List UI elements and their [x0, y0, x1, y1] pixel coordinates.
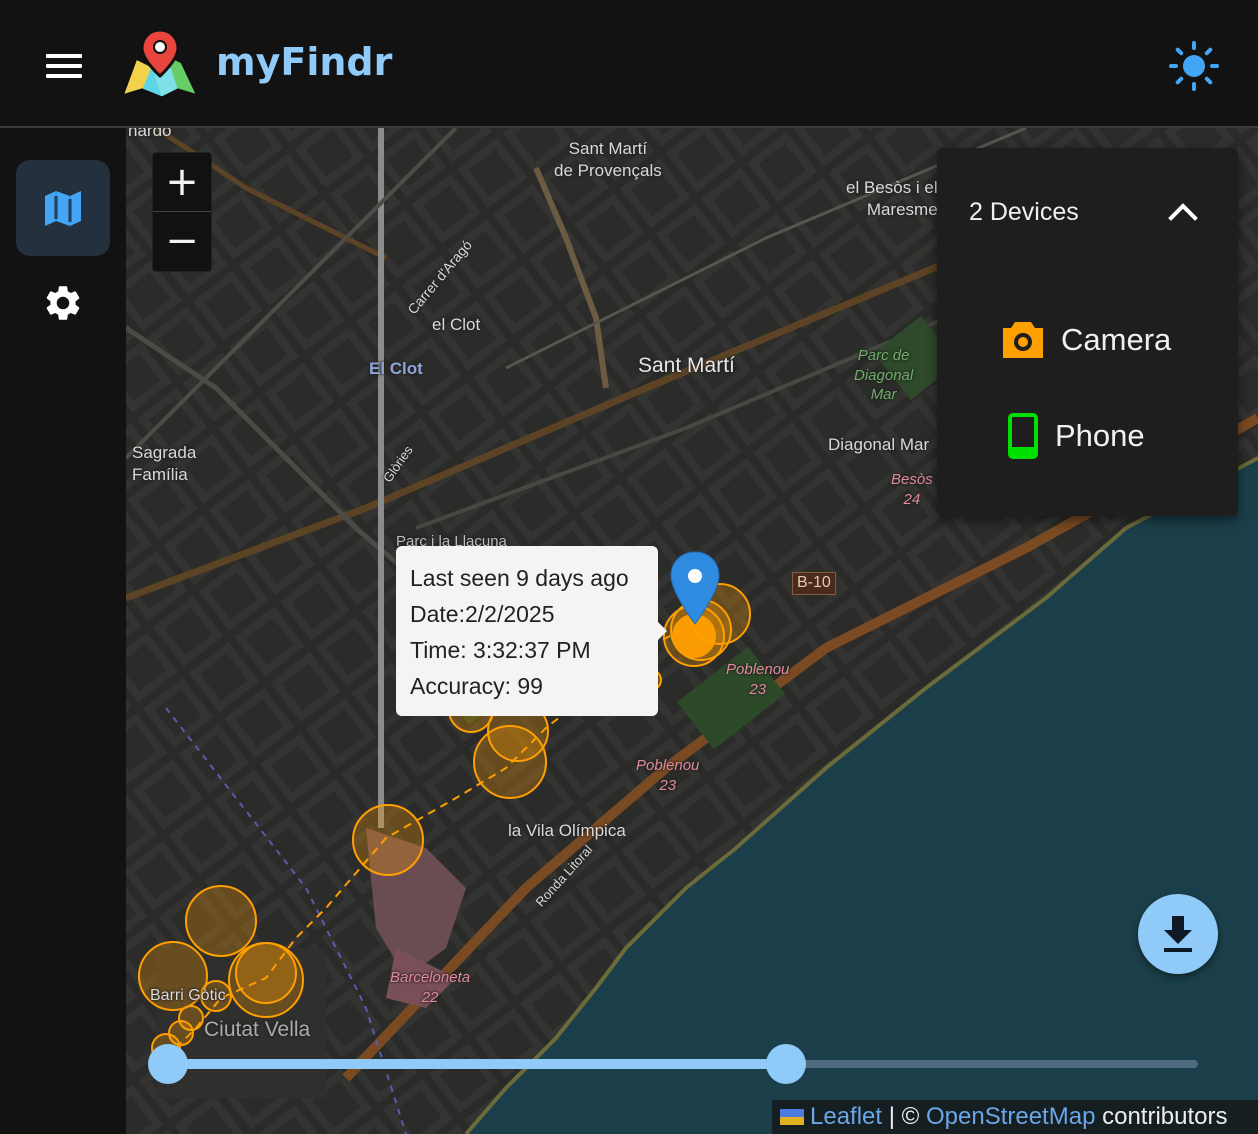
map-icon — [45, 191, 81, 226]
attribution-separator: | © — [882, 1103, 926, 1130]
map-label: Barri Gòtic — [150, 987, 226, 1004]
sidebar — [0, 128, 126, 1134]
popup-date: Date:2/2/2025 — [410, 601, 555, 627]
leaflet-link[interactable]: Leaflet — [810, 1103, 882, 1131]
device-name: Phone — [1055, 418, 1145, 453]
camera-icon — [1003, 322, 1043, 358]
zoom-control: + − — [152, 152, 212, 272]
gear-icon — [46, 286, 80, 320]
map-label: el Besòs i el Maresme — [846, 178, 938, 220]
map-label: Besòs 24 — [891, 471, 933, 508]
map-label: Diagonal Mar — [828, 435, 930, 454]
map-label: Sant Martí de Provençals — [554, 139, 662, 181]
map-attribution: Leaflet | © OpenStreetMap contributors — [772, 1100, 1258, 1134]
sun-icon[interactable] — [1168, 40, 1220, 92]
device-name: Camera — [1061, 322, 1172, 357]
ukraine-flag-icon — [780, 1109, 804, 1125]
map-label: Parc de Diagonal Mar — [854, 347, 914, 403]
zoom-in-button[interactable]: + — [153, 153, 211, 212]
devices-title: 2 Devices — [969, 198, 1079, 226]
map-label: El Clot — [369, 359, 423, 378]
zoom-out-button[interactable]: − — [153, 212, 211, 270]
map-label: el Clot — [432, 315, 481, 334]
map-label: Ciutat Vella — [204, 1018, 311, 1041]
app-logo — [120, 28, 201, 100]
map-label: nardo — [128, 128, 172, 140]
map-label: Sagrada Família — [132, 443, 197, 485]
device-item-camera[interactable]: Camera — [1001, 312, 1171, 368]
attribution-contributors: contributors — [1095, 1103, 1228, 1130]
openstreetmap-link[interactable]: OpenStreetMap — [926, 1103, 1095, 1131]
sidebar-item-settings[interactable] — [16, 262, 110, 344]
app-header: myFindr — [0, 0, 1258, 128]
time-slider-start-thumb[interactable] — [148, 1044, 188, 1084]
map-label: la Vila Olímpica — [508, 821, 626, 840]
time-slider-end-thumb[interactable] — [766, 1044, 806, 1084]
chevron-up-icon[interactable] — [1163, 194, 1203, 230]
download-button[interactable] — [1138, 894, 1218, 974]
download-icon — [1164, 916, 1192, 952]
time-slider-range — [168, 1059, 786, 1069]
map-label: Sant Martí — [638, 354, 735, 377]
app-title: myFindr — [216, 40, 393, 84]
map-view[interactable]: nardo Sant Martí de Provençals el Besòs … — [126, 128, 1258, 1134]
popup-accuracy: Accuracy: 99 — [410, 673, 543, 699]
devices-panel: 2 Devices Camera Phone — [937, 148, 1238, 516]
phone-icon — [1008, 413, 1038, 459]
hamburger-menu-icon[interactable] — [40, 46, 88, 86]
road-badge: B-10 — [792, 572, 836, 595]
sidebar-item-map[interactable] — [16, 160, 110, 256]
map-label: Barceloneta 22 — [390, 969, 471, 1006]
map-label: Poblenou 23 — [636, 757, 700, 794]
popup-last-seen: Last seen 9 days ago — [410, 565, 629, 591]
location-popup: Last seen 9 days ago Date:2/2/2025 Time:… — [396, 546, 658, 716]
popup-time: Time: 3:32:37 PM — [410, 637, 591, 663]
map-label: Poblenou 23 — [726, 661, 790, 698]
device-item-phone[interactable]: Phone — [1007, 408, 1145, 464]
popup-tip — [658, 622, 667, 640]
